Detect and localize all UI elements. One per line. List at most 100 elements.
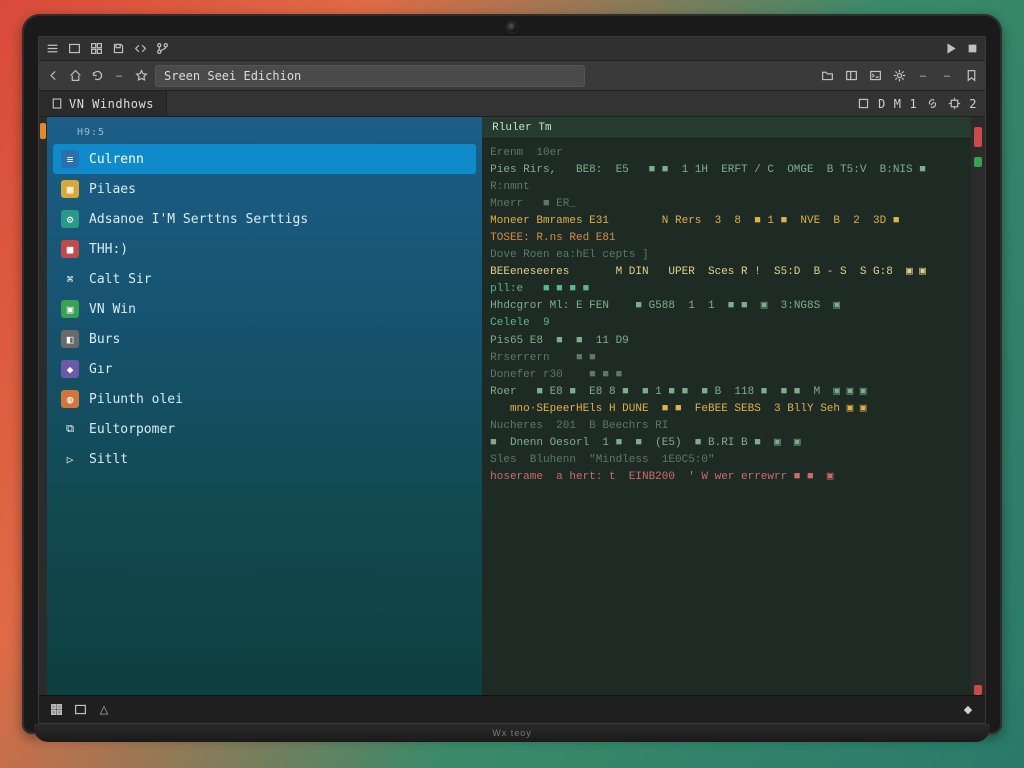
tab-meta-2: M <box>894 97 902 111</box>
sidebar-item-5[interactable]: ▣ VN Win <box>53 294 476 324</box>
bookmark-icon[interactable] <box>963 68 979 84</box>
marker-error-2[interactable] <box>974 685 982 695</box>
sidebar-item-10[interactable]: ▷Sitlt <box>53 444 476 474</box>
sidebar-item-label: Burs <box>89 332 120 347</box>
editor-pane: Rluler Tm Erenm 10erPies Rirs, BE8: E5 ■… <box>482 117 971 695</box>
left-gutter <box>39 117 47 695</box>
code-line: Celele 9 <box>490 315 963 332</box>
sidebar-item-label: Pilaes <box>89 182 136 197</box>
layout-icon[interactable] <box>843 68 859 84</box>
webcam-dot <box>507 22 517 32</box>
code-line: Moneer Bmrames E31 N Rers 3 8 ■ 1 ■ NVE … <box>490 213 963 230</box>
tab-windows[interactable]: VN Windhows <box>39 91 167 116</box>
doc-icon <box>51 98 63 110</box>
window-icon[interactable] <box>67 42 81 56</box>
sidebar-item-label: Gır <box>89 362 112 377</box>
sidebar-item-icon: ⚙ <box>61 210 79 228</box>
code-line: Donefer r30 ■ ■ ■ <box>490 367 963 384</box>
sidebar-item-label: VN Win <box>89 302 136 317</box>
right-strip <box>971 117 985 695</box>
app-icon[interactable] <box>73 703 87 717</box>
address-bar-row: – Sreen Seei Edichion – – <box>39 61 985 91</box>
sidebar-item-2[interactable]: ⚙ Adsanoe I'M Serttns Serttigs <box>53 204 476 234</box>
code-line: R:nmnt <box>490 179 963 196</box>
sidebar-header: H9:5 <box>53 125 476 144</box>
sidebar-item-icon: ▣ <box>61 300 79 318</box>
taskbar: △ ◆ <box>39 695 985 723</box>
sidebar-item-label: Pilunth olei <box>89 392 183 407</box>
dash-icon[interactable]: – <box>111 68 127 84</box>
sidebar-item-label: Calt Sir <box>89 272 152 287</box>
code-line: Rrserrern ■ ■ <box>490 350 963 367</box>
sidebar-item-icon: ■ <box>61 240 79 258</box>
code-line: ■ Dnenn Oesorl 1 ■ ■ (E5) ■ B.RI B ■ ▣ ▣ <box>490 435 963 452</box>
link-icon[interactable] <box>925 97 939 111</box>
tab-meta-3: 1 <box>910 97 918 111</box>
sidebar-item-8[interactable]: ◍Pilunth olei <box>53 384 476 414</box>
toolbar-right-cluster: – – <box>819 68 979 84</box>
diamond-icon[interactable]: ◆ <box>961 703 975 717</box>
tab-meta-1: D <box>878 97 886 111</box>
sidebar-item-1[interactable]: ▦ Pilaes <box>53 174 476 204</box>
sidebar-item-7[interactable]: ◆Gır <box>53 354 476 384</box>
marker-ok[interactable] <box>974 157 982 167</box>
dash3-icon[interactable]: – <box>939 68 955 84</box>
gear-icon[interactable] <box>891 68 907 84</box>
dash2-icon[interactable]: – <box>915 68 931 84</box>
grid-icon[interactable] <box>89 42 103 56</box>
code-line: Erenm 10er <box>490 145 963 162</box>
sidebar-item-label: Sitlt <box>89 452 128 467</box>
star-icon[interactable] <box>133 68 149 84</box>
back-icon[interactable] <box>45 68 61 84</box>
code-line: Roer ■ E8 ■ E8 8 ■ ■ 1 ■ ■ ■ B 118 ■ ■ ■… <box>490 384 963 401</box>
tab-bar: VN Windhows D M 1 2 <box>39 91 985 117</box>
stop-icon[interactable] <box>965 42 979 56</box>
sidebar: H9:5 ≡ Culrenn ▦ Pilaes ⚙ Adsanoe I'M Serttns… <box>47 117 482 695</box>
top-icon-strip <box>39 37 985 61</box>
sidebar-item-label: THH:) <box>89 242 128 257</box>
code-line: Hhdcgror Ml: E FEN ■ G588 1 1 ■ ■ ▣ 3:NG… <box>490 298 963 315</box>
sidebar-item-icon: ≡ <box>61 150 79 168</box>
editor-tab-title: Rluler Tm <box>492 122 551 134</box>
sidebar-item-label: Eultorpomer <box>89 422 175 437</box>
sidebar-item-6[interactable]: ◧Burs <box>53 324 476 354</box>
sidebar-item-0[interactable]: ≡ Culrenn <box>53 144 476 174</box>
sidebar-item-label: Adsanoe I'M Serttns Serttigs <box>89 212 308 227</box>
code-line: Pies Rirs, BE8: E5 ■ ■ 1 1H ERFT / C OMG… <box>490 162 963 179</box>
play-icon[interactable] <box>943 42 957 56</box>
sidebar-item-3[interactable]: ■ THH:) <box>53 234 476 264</box>
chip-icon[interactable] <box>947 97 961 111</box>
code-line: mno·SEpeerHEls H DUNE ■ ■ FeBEE SEBS 3 B… <box>490 401 963 418</box>
save-icon[interactable] <box>111 42 125 56</box>
sidebar-item-9[interactable]: ⧉ Eultorpomer <box>53 414 476 444</box>
address-input[interactable]: Sreen Seei Edichion <box>155 65 585 87</box>
start-icon[interactable] <box>49 703 63 717</box>
marker-error[interactable] <box>974 127 982 147</box>
branch-icon[interactable] <box>155 42 169 56</box>
square-icon[interactable] <box>856 97 870 111</box>
code-icon[interactable] <box>133 42 147 56</box>
code-line: BEEeneseeres M DIN UPER Sces R ! S5:D B … <box>490 264 963 281</box>
home-icon[interactable] <box>67 68 83 84</box>
code-line: Sles Bluhenn "Mindless 1E0C5:0" <box>490 452 963 469</box>
sidebar-item-4[interactable]: ⌘ Calt Sir <box>53 264 476 294</box>
folder-icon[interactable] <box>819 68 835 84</box>
refresh-icon[interactable] <box>89 68 105 84</box>
sidebar-item-icon: ▦ <box>61 180 79 198</box>
sidebar-item-label: Culrenn <box>89 152 144 167</box>
editor-body[interactable]: Erenm 10erPies Rirs, BE8: E5 ■ ■ 1 1H ER… <box>482 139 971 695</box>
code-line: Dove Roen ea:hEl cepts ] <box>490 247 963 264</box>
tab-label: VN Windhows <box>69 97 154 111</box>
menu-icon[interactable] <box>45 42 59 56</box>
terminal-icon[interactable] <box>867 68 883 84</box>
laptop-base: Wx teoy <box>34 724 990 742</box>
main-split: H9:5 ≡ Culrenn ▦ Pilaes ⚙ Adsanoe I'M Serttns… <box>39 117 985 695</box>
sidebar-item-icon: ⌘ <box>61 270 79 288</box>
gutter-marker <box>40 123 46 139</box>
address-text: Sreen Seei Edichion <box>164 69 301 83</box>
app2-icon[interactable]: △ <box>97 703 111 717</box>
code-line: Nucheres 201 B Beechrs RI <box>490 418 963 435</box>
sidebar-item-icon: ⧉ <box>61 420 79 438</box>
editor-tab[interactable]: Rluler Tm <box>482 117 971 139</box>
code-line: Mnerr ■ ER_ <box>490 196 963 213</box>
